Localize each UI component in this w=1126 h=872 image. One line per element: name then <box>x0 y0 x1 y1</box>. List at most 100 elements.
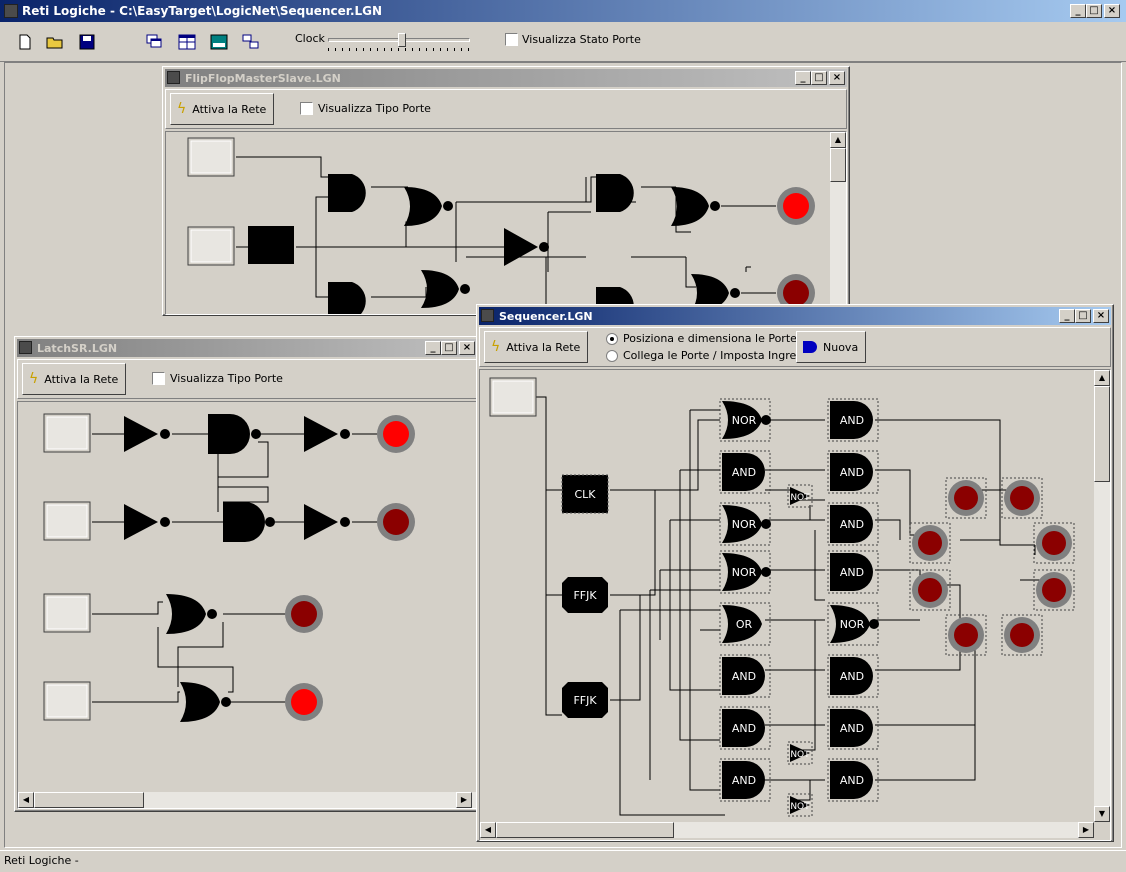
and-gate[interactable] <box>328 282 366 315</box>
flipflop-titlebar[interactable]: FlipFlopMasterSlave.LGN _ □ × <box>165 69 847 87</box>
scroll-right-button[interactable]: ▶ <box>456 792 472 808</box>
flipflop-maximize-button[interactable]: □ <box>811 71 827 85</box>
clock-slider[interactable] <box>328 32 470 51</box>
clock-block[interactable] <box>248 226 294 264</box>
latch-icon[interactable] <box>19 341 32 354</box>
nor-gate[interactable] <box>166 594 206 634</box>
not-gate[interactable] <box>124 416 158 452</box>
scroll-left-button[interactable]: ◀ <box>18 792 34 808</box>
and-gate[interactable]: AND <box>719 758 771 802</box>
and-gate[interactable]: AND <box>827 450 879 494</box>
sequencer-icon[interactable] <box>481 309 494 322</box>
not-gate[interactable]: NOT <box>787 793 813 817</box>
flipflop-activate-button[interactable]: ϟ Attiva la Rete <box>170 93 274 125</box>
or-gate[interactable]: OR <box>719 602 771 646</box>
and-gate[interactable]: AND <box>827 654 879 698</box>
close-button[interactable]: × <box>1104 4 1120 18</box>
window-sequencer: Sequencer.LGN _ □ × ϟ Attiva la Rete Pos… <box>476 304 1114 842</box>
sequencer-title: Sequencer.LGN <box>499 310 593 323</box>
not-gate[interactable] <box>304 504 338 540</box>
scroll-up-button[interactable]: ▲ <box>1094 370 1110 386</box>
scroll-down-button[interactable]: ▼ <box>1094 806 1110 822</box>
clk-block[interactable]: CLK <box>561 474 609 514</box>
and-gate[interactable]: AND <box>719 654 771 698</box>
minimize-button[interactable]: _ <box>1070 4 1086 18</box>
not-gate[interactable]: NOT <box>787 484 813 508</box>
sequencer-close-button[interactable]: × <box>1093 309 1109 323</box>
and-gate[interactable]: AND <box>719 706 771 750</box>
ffjk-block[interactable]: FFJK <box>562 682 608 718</box>
flipflop-icon[interactable] <box>167 71 180 84</box>
position-radio[interactable] <box>606 333 618 345</box>
save-icon[interactable] <box>78 34 96 50</box>
scroll-left-button[interactable]: ◀ <box>480 822 496 838</box>
nor-gate[interactable]: NOR <box>719 550 771 594</box>
scroll-thumb[interactable] <box>34 792 144 808</box>
nor-gate[interactable] <box>404 187 442 226</box>
sequencer-hscroll[interactable]: ◀ ▶ <box>480 822 1094 838</box>
not-gate[interactable] <box>124 504 158 540</box>
nor-gate[interactable] <box>180 682 220 722</box>
nor-gate[interactable]: NOR <box>719 398 771 442</box>
arrange-icon[interactable] <box>242 34 260 50</box>
sequencer-canvas[interactable]: CLK FFJK FFJK NOR AND NOR NOR OR AND AND AND AN… <box>479 369 1111 841</box>
sequencer-titlebar[interactable]: Sequencer.LGN _ □ × <box>479 307 1111 325</box>
latch-show-type-checkbox[interactable] <box>152 372 165 385</box>
sequencer-minimize-button[interactable]: _ <box>1059 309 1075 323</box>
not-gate[interactable] <box>504 228 538 266</box>
open-icon[interactable] <box>46 34 64 50</box>
latch-activate-button[interactable]: ϟ Attiva la Rete <box>22 363 126 395</box>
scroll-right-button[interactable]: ▶ <box>1078 822 1094 838</box>
ffjk-block[interactable]: FFJK <box>562 577 608 613</box>
nor-gate[interactable] <box>671 187 709 226</box>
connect-radio[interactable] <box>606 350 618 362</box>
new-icon[interactable] <box>16 34 34 50</box>
sequencer-activate-button[interactable]: ϟ Attiva la Rete <box>484 331 588 363</box>
not-gate[interactable]: NOT <box>787 741 813 765</box>
svg-text:CLK: CLK <box>574 488 596 501</box>
show-state-checkbox[interactable] <box>505 33 518 46</box>
and-gate[interactable]: AND <box>827 758 879 802</box>
flipflop-vscroll[interactable]: ▲ <box>830 132 846 314</box>
scroll-up-button[interactable]: ▲ <box>830 132 846 148</box>
latch-hscroll[interactable]: ◀ ▶ <box>18 792 476 808</box>
sequencer-maximize-button[interactable]: □ <box>1075 309 1091 323</box>
and-gate[interactable]: AND <box>827 550 879 594</box>
flipflop-show-type-checkbox[interactable] <box>300 102 313 115</box>
svg-text:AND: AND <box>840 722 864 735</box>
nor-gate[interactable]: NOR <box>827 602 879 646</box>
new-button[interactable]: Nuova <box>796 331 866 363</box>
and-gate[interactable] <box>328 174 366 212</box>
flipflop-canvas[interactable]: ▲ <box>165 131 847 315</box>
and-gate[interactable] <box>208 414 250 454</box>
and-gate[interactable]: AND <box>827 706 879 750</box>
maximize-button[interactable]: □ <box>1086 4 1102 18</box>
sequencer-vscroll[interactable]: ▲ ▼ <box>1094 370 1110 822</box>
flipflop-close-button[interactable]: × <box>829 71 845 85</box>
app-icon[interactable] <box>4 4 18 18</box>
tile-icon[interactable] <box>178 34 196 50</box>
flipflop-minimize-button[interactable]: _ <box>795 71 811 85</box>
and-gate[interactable]: AND <box>827 398 879 442</box>
scroll-thumb[interactable] <box>496 822 674 838</box>
window-icon[interactable] <box>210 34 228 50</box>
window-latch: LatchSR.LGN _ □ × ϟ Attiva la Rete Visua… <box>14 336 480 812</box>
latch-canvas[interactable]: ◀ ▶ <box>17 401 477 809</box>
scroll-thumb[interactable] <box>830 148 846 182</box>
and-gate[interactable] <box>223 502 265 542</box>
nor-gate[interactable] <box>421 270 459 308</box>
svg-text:AND: AND <box>840 774 864 787</box>
latch-titlebar[interactable]: LatchSR.LGN _ □ × <box>17 339 477 357</box>
nor-gate[interactable]: NOR <box>719 502 771 546</box>
latch-minimize-button[interactable]: _ <box>425 341 441 355</box>
latch-maximize-button[interactable]: □ <box>441 341 457 355</box>
led-output <box>909 569 951 611</box>
latch-close-button[interactable]: × <box>459 341 475 355</box>
and-gate[interactable] <box>596 174 634 212</box>
scroll-thumb[interactable] <box>1094 386 1110 482</box>
and-gate[interactable]: AND <box>719 450 771 494</box>
cascade-icon[interactable] <box>146 34 164 50</box>
svg-text:AND: AND <box>840 466 864 479</box>
and-gate[interactable]: AND <box>827 502 879 546</box>
not-gate[interactable] <box>304 416 338 452</box>
